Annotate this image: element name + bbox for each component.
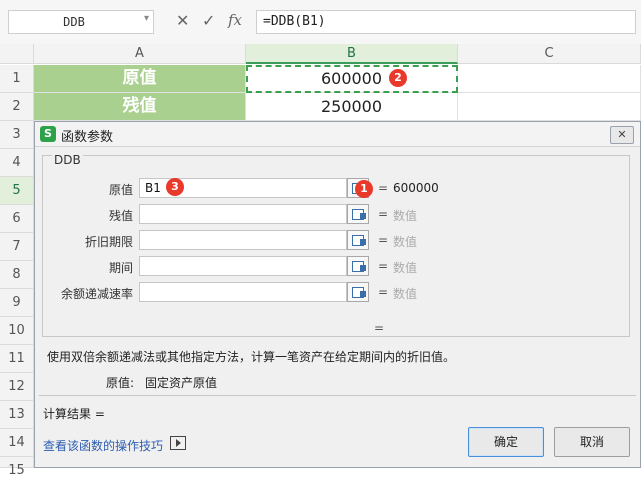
name-box-value: DDB [63, 15, 85, 29]
name-box[interactable]: DDB ▾ [8, 10, 154, 34]
collapse-dialog-button-salvage[interactable] [347, 204, 369, 224]
arg-help-label: 原值: [106, 376, 135, 390]
cell-b2[interactable]: 250000 [246, 93, 458, 121]
function-description: 使用双倍余额递减法或其他指定方法，计算一笔资产在给定期间内的折旧值。 [47, 350, 456, 364]
cell-c1[interactable] [458, 65, 641, 93]
close-button[interactable]: ✕ [610, 126, 634, 144]
collapse-dialog-button-life[interactable] [347, 230, 369, 250]
help-link[interactable]: 查看该函数的操作技巧 [43, 437, 163, 454]
function-arguments-dialog: S 函数参数 ✕ DDB 原值 B1 = 600000 残值 = 数值 折旧期限… [34, 121, 641, 468]
arg-equals-factor: = [378, 285, 389, 299]
row-header-9[interactable]: 9 [0, 289, 34, 317]
video-play-icon[interactable] [170, 436, 186, 450]
step-badge-1: 1 [355, 180, 373, 198]
range-select-icon-part [360, 265, 366, 271]
ok-button[interactable]: 确定 [468, 427, 544, 457]
row-header-1[interactable]: 1 [0, 65, 34, 93]
row-header-11[interactable]: 11 [0, 345, 34, 373]
arg-input-factor[interactable] [139, 282, 347, 302]
collapse-dialog-button-period[interactable] [347, 256, 369, 276]
calc-result-label: 计算结果 = [43, 407, 105, 421]
arg-input-salvage[interactable] [139, 204, 347, 224]
insert-function-icon[interactable]: fx [228, 11, 242, 29]
arg-label-factor: 余额递减速率 [60, 287, 133, 301]
step-badge-2: 2 [389, 69, 407, 87]
formula-result-equals: = [374, 321, 385, 335]
row-header-3[interactable]: 3 [0, 121, 34, 149]
dialog-title: 函数参数 [61, 130, 114, 145]
arg-equals-cost: = [378, 181, 389, 195]
range-select-icon-part [360, 239, 366, 245]
cancel-formula-icon[interactable]: ✕ [176, 11, 189, 30]
formula-text: =DDB(B1) [263, 14, 326, 29]
arg-value-cost: B1 [145, 181, 161, 195]
arg-result-cost: 600000 [393, 181, 439, 195]
arg-equals-salvage: = [378, 207, 389, 221]
column-header-c[interactable]: C [458, 44, 641, 64]
cell-c2[interactable] [458, 93, 641, 121]
range-select-icon-part [360, 213, 366, 219]
arg-result-factor: 数值 [393, 287, 418, 301]
dialog-titlebar[interactable]: S 函数参数 ✕ [35, 122, 640, 147]
arg-equals-period: = [378, 259, 389, 273]
arg-help-text: 固定资产原值 [145, 376, 218, 390]
row-header-12[interactable]: 12 [0, 373, 34, 401]
cell-a2[interactable]: 残值 [34, 93, 246, 121]
arg-result-life: 数值 [393, 235, 418, 249]
arg-label-period: 期间 [108, 261, 133, 275]
row-header-2[interactable]: 2 [0, 93, 34, 121]
arg-label-life: 折旧期限 [84, 235, 133, 249]
row-header-4[interactable]: 4 [0, 149, 34, 177]
row-header-10[interactable]: 10 [0, 317, 34, 345]
arg-result-salvage: 数值 [393, 209, 418, 223]
column-header-a[interactable]: A [34, 44, 246, 64]
confirm-formula-icon[interactable]: ✓ [202, 11, 215, 30]
arg-input-period[interactable] [139, 256, 347, 276]
select-all-corner[interactable] [0, 44, 34, 64]
chevron-down-icon[interactable]: ▾ [144, 13, 149, 24]
row-header-6[interactable]: 6 [0, 205, 34, 233]
divider [39, 395, 636, 396]
row-header-8[interactable]: 8 [0, 261, 34, 289]
range-select-icon-part [360, 291, 366, 297]
arg-label-cost: 原值 [108, 183, 133, 197]
row-header-7[interactable]: 7 [0, 233, 34, 261]
formula-bar: DDB ▾ ✕ ✓ fx =DDB(B1) [0, 0, 641, 45]
function-name-label: DDB [52, 153, 83, 167]
cell-a1[interactable]: 原值 [34, 65, 246, 93]
arg-result-period: 数值 [393, 261, 418, 275]
copy-marquee [246, 65, 458, 93]
arg-equals-life: = [378, 233, 389, 247]
row-header-5[interactable]: 5 [0, 177, 34, 205]
arg-label-salvage: 残值 [108, 209, 133, 223]
column-header-b[interactable]: B [246, 44, 458, 64]
collapse-dialog-button-factor[interactable] [347, 282, 369, 302]
app-logo-icon: S [40, 126, 56, 142]
row-header-13[interactable]: 13 [0, 401, 34, 429]
step-badge-3: 3 [166, 178, 184, 196]
row-header-15[interactable]: 15 [0, 457, 34, 478]
formula-input[interactable]: =DDB(B1) [256, 10, 636, 34]
row-header-14[interactable]: 14 [0, 429, 34, 457]
arg-input-life[interactable] [139, 230, 347, 250]
cancel-button[interactable]: 取消 [554, 427, 630, 457]
